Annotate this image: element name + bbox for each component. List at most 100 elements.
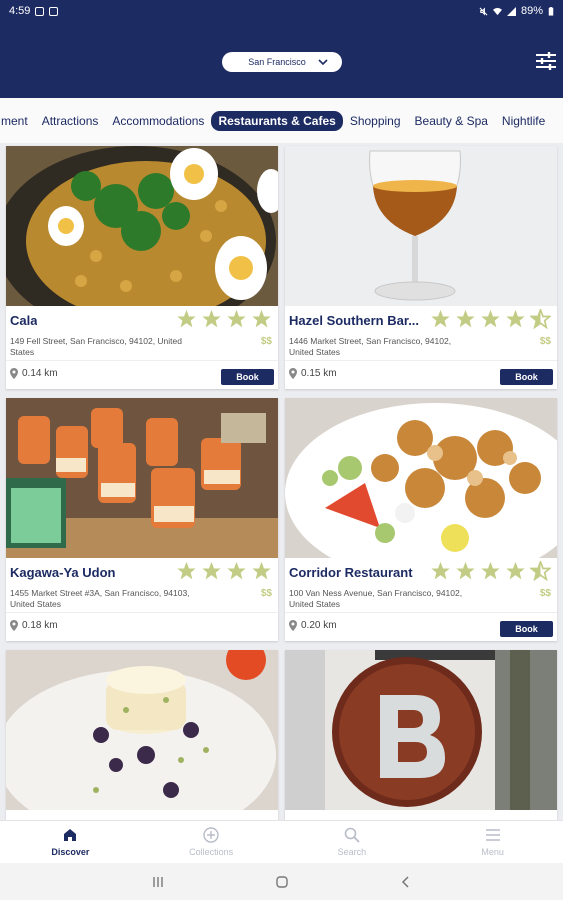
restaurant-photo bbox=[6, 398, 278, 558]
tab-attractions[interactable]: Attractions bbox=[35, 111, 106, 131]
location-pin-icon bbox=[10, 620, 18, 631]
restaurant-name: Hazel Southern Bar... bbox=[289, 313, 420, 328]
search-icon bbox=[344, 827, 360, 843]
price-level: $$ bbox=[260, 588, 272, 599]
star-icon bbox=[202, 561, 221, 580]
tab-accommodations[interactable]: Accommodations bbox=[105, 111, 211, 131]
star-icon bbox=[456, 561, 475, 580]
star-icon bbox=[177, 561, 196, 580]
recent-apps-icon[interactable] bbox=[151, 875, 165, 889]
star-icon bbox=[506, 309, 525, 328]
distance: 0.20 km bbox=[289, 620, 337, 631]
category-tabs: ment Attractions Accommodations Restaura… bbox=[0, 98, 563, 143]
divider bbox=[285, 360, 557, 361]
nav-label: Search bbox=[337, 847, 367, 857]
plus-circle-icon bbox=[203, 827, 219, 843]
star-icon bbox=[202, 309, 221, 328]
nav-label: Collections bbox=[189, 847, 234, 857]
star-rating bbox=[176, 561, 272, 581]
star-icon bbox=[431, 561, 450, 580]
distance: 0.15 km bbox=[289, 368, 337, 379]
price-level: $$ bbox=[539, 588, 551, 599]
chevron-down-icon bbox=[318, 59, 328, 66]
price-level: $$ bbox=[260, 336, 272, 347]
star-icon bbox=[481, 309, 500, 328]
back-icon[interactable] bbox=[399, 875, 413, 889]
restaurant-card[interactable]: Cala 149 Fell Street, San Francisco, 941… bbox=[6, 146, 278, 389]
home-icon bbox=[64, 829, 77, 841]
location-pin-icon bbox=[289, 368, 297, 379]
book-button[interactable]: Book bbox=[500, 369, 553, 385]
distance-label: 0.14 km bbox=[22, 368, 58, 379]
restaurant-card[interactable]: Kagawa-Ya Udon 1455 Market Street #3A, S… bbox=[6, 398, 278, 641]
header: 4:59 89% San Francisco bbox=[0, 0, 563, 98]
distance-label: 0.20 km bbox=[301, 620, 337, 631]
restaurant-card[interactable] bbox=[6, 650, 278, 820]
menu-icon bbox=[485, 829, 500, 841]
star-icon bbox=[227, 561, 246, 580]
restaurant-card[interactable] bbox=[285, 650, 557, 820]
bottom-navigation: Discover Collections Search Menu bbox=[0, 820, 563, 863]
notification-icon bbox=[49, 6, 59, 16]
system-navigation-bar bbox=[0, 863, 563, 900]
restaurant-photo bbox=[285, 650, 557, 810]
divider bbox=[6, 612, 278, 613]
tab-restaurants-cafes[interactable]: Restaurants & Cafes bbox=[211, 110, 343, 131]
divider bbox=[6, 360, 278, 361]
restaurant-name: Cala bbox=[10, 313, 38, 328]
nav-menu[interactable]: Menu bbox=[422, 821, 563, 863]
battery-icon bbox=[548, 6, 554, 16]
restaurant-address: 100 Van Ness Avenue, San Francisco, 9410… bbox=[289, 588, 463, 609]
book-button[interactable]: Book bbox=[221, 369, 274, 385]
restaurant-address: 149 Fell Street, San Francisco, 94102, U… bbox=[10, 336, 182, 357]
wifi-icon bbox=[492, 7, 502, 15]
divider bbox=[285, 612, 557, 613]
notification-icon bbox=[35, 6, 45, 16]
nav-collections[interactable]: Collections bbox=[141, 821, 282, 863]
star-half-icon bbox=[530, 561, 551, 581]
filter-icon[interactable] bbox=[535, 51, 557, 71]
nav-discover[interactable]: Discover bbox=[0, 821, 141, 863]
restaurant-name: Corridor Restaurant bbox=[289, 565, 413, 580]
nav-search[interactable]: Search bbox=[282, 821, 423, 863]
distance-label: 0.15 km bbox=[301, 368, 337, 379]
book-button[interactable]: Book bbox=[500, 621, 553, 637]
star-icon bbox=[177, 309, 196, 328]
restaurant-address: 1446 Market Street, San Francisco, 94102… bbox=[289, 336, 452, 357]
star-icon bbox=[252, 309, 271, 328]
restaurant-card[interactable]: Hazel Southern Bar... 1446 Market Street… bbox=[285, 146, 557, 389]
star-icon bbox=[227, 309, 246, 328]
restaurant-grid: Cala 149 Fell Street, San Francisco, 941… bbox=[0, 143, 563, 820]
restaurant-photo bbox=[285, 146, 557, 306]
star-icon bbox=[431, 309, 450, 328]
star-half-icon bbox=[530, 309, 551, 329]
distance: 0.14 km bbox=[10, 368, 58, 379]
star-rating bbox=[176, 309, 272, 329]
restaurant-photo bbox=[285, 398, 557, 558]
distance-label: 0.18 km bbox=[22, 620, 58, 631]
tab-shopping[interactable]: Shopping bbox=[343, 111, 408, 131]
tab-entertainment[interactable]: ment bbox=[0, 111, 35, 131]
nav-label: Discover bbox=[51, 847, 90, 857]
star-icon bbox=[456, 309, 475, 328]
home-button-icon[interactable] bbox=[275, 875, 289, 889]
star-rating bbox=[430, 561, 551, 581]
status-time: 4:59 bbox=[9, 5, 31, 17]
city-dropdown[interactable]: San Francisco bbox=[222, 52, 342, 72]
star-icon bbox=[506, 561, 525, 580]
tab-nightlife[interactable]: Nightlife bbox=[495, 111, 552, 131]
app-root: 4:59 89% San Francisco ment Attractions … bbox=[0, 0, 563, 900]
nav-label: Menu bbox=[481, 847, 504, 857]
mute-icon bbox=[479, 6, 488, 16]
location-pin-icon bbox=[289, 620, 297, 631]
price-level: $$ bbox=[539, 336, 551, 347]
star-rating bbox=[430, 309, 551, 329]
status-bar: 4:59 89% bbox=[0, 0, 563, 22]
restaurant-name: Kagawa-Ya Udon bbox=[10, 565, 116, 580]
restaurant-photo bbox=[6, 650, 278, 810]
restaurant-address: 1455 Market Street #3A, San Francisco, 9… bbox=[10, 588, 190, 609]
restaurant-photo bbox=[6, 146, 278, 306]
distance: 0.18 km bbox=[10, 620, 58, 631]
tab-beauty-spa[interactable]: Beauty & Spa bbox=[408, 111, 495, 131]
restaurant-card[interactable]: Corridor Restaurant 100 Van Ness Avenue,… bbox=[285, 398, 557, 641]
